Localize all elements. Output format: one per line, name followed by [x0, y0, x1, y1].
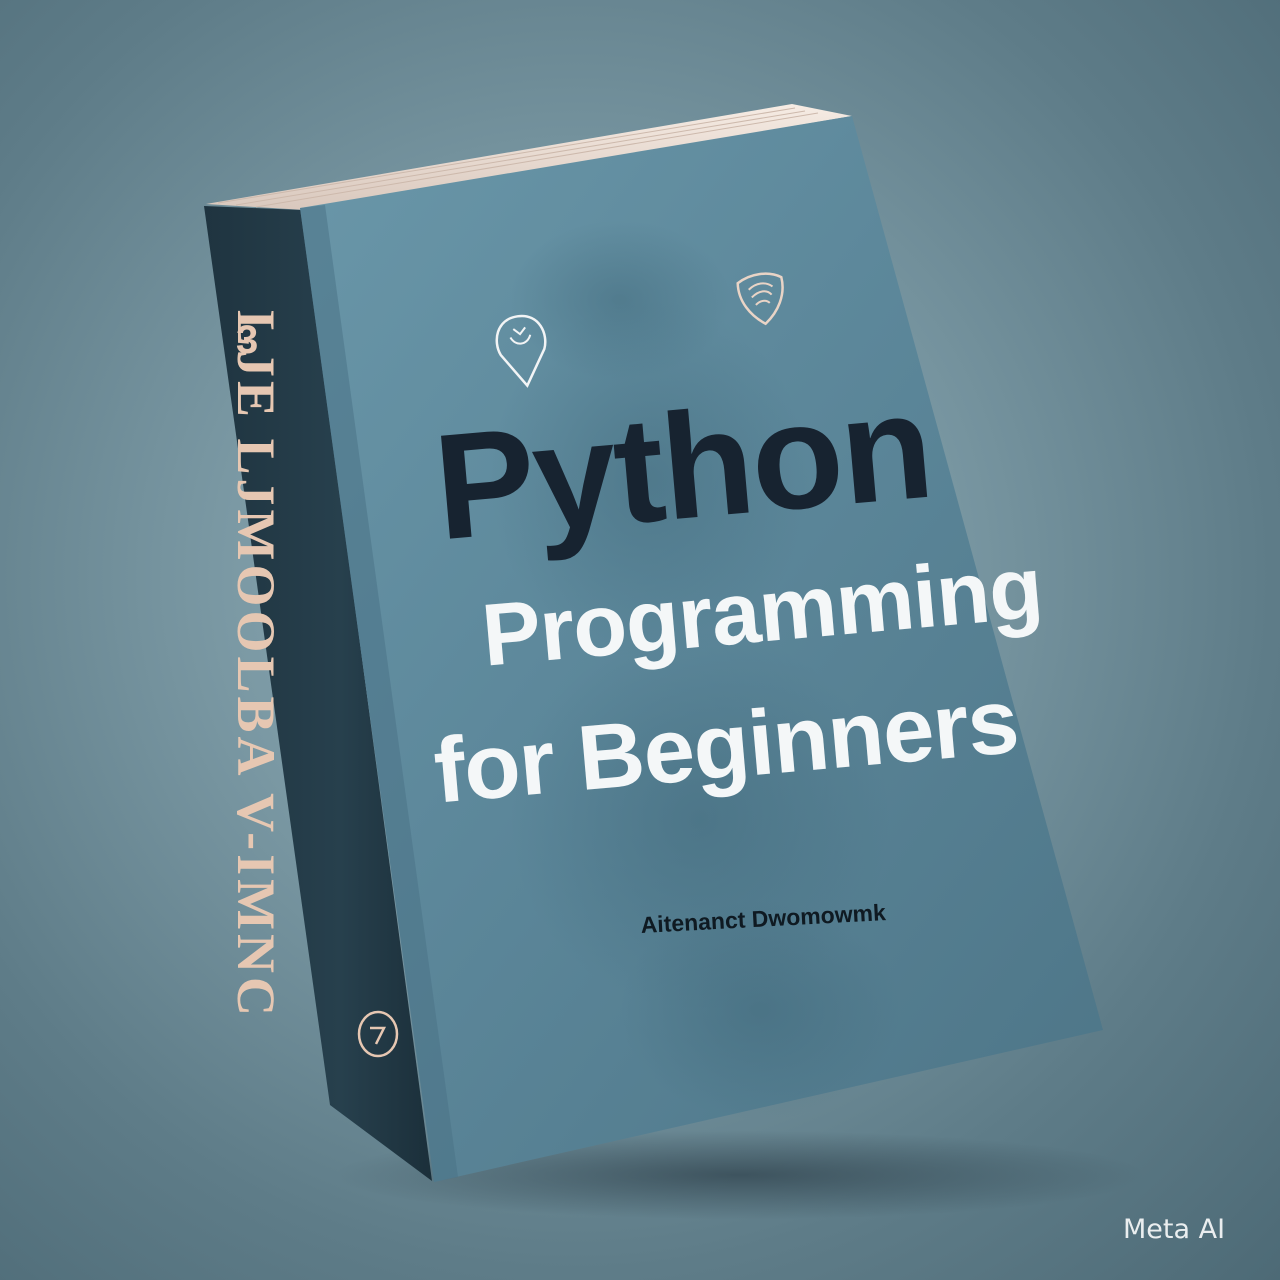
book-scene: Python Programming for Beginners Aitenan…	[0, 0, 1280, 1280]
spine-title: LJE LJMOOLBA V-IMNC	[226, 310, 286, 1021]
meta-ai-watermark: Meta AI	[1123, 1214, 1226, 1245]
book-author: Aitenanct Dwomowmk	[640, 899, 887, 938]
book-subtitle-line2: for Beginners	[430, 670, 1022, 823]
cover-text: Python Programming for Beginners Aitenan…	[300, 0, 1100, 1280]
book-title: Python	[428, 360, 938, 572]
